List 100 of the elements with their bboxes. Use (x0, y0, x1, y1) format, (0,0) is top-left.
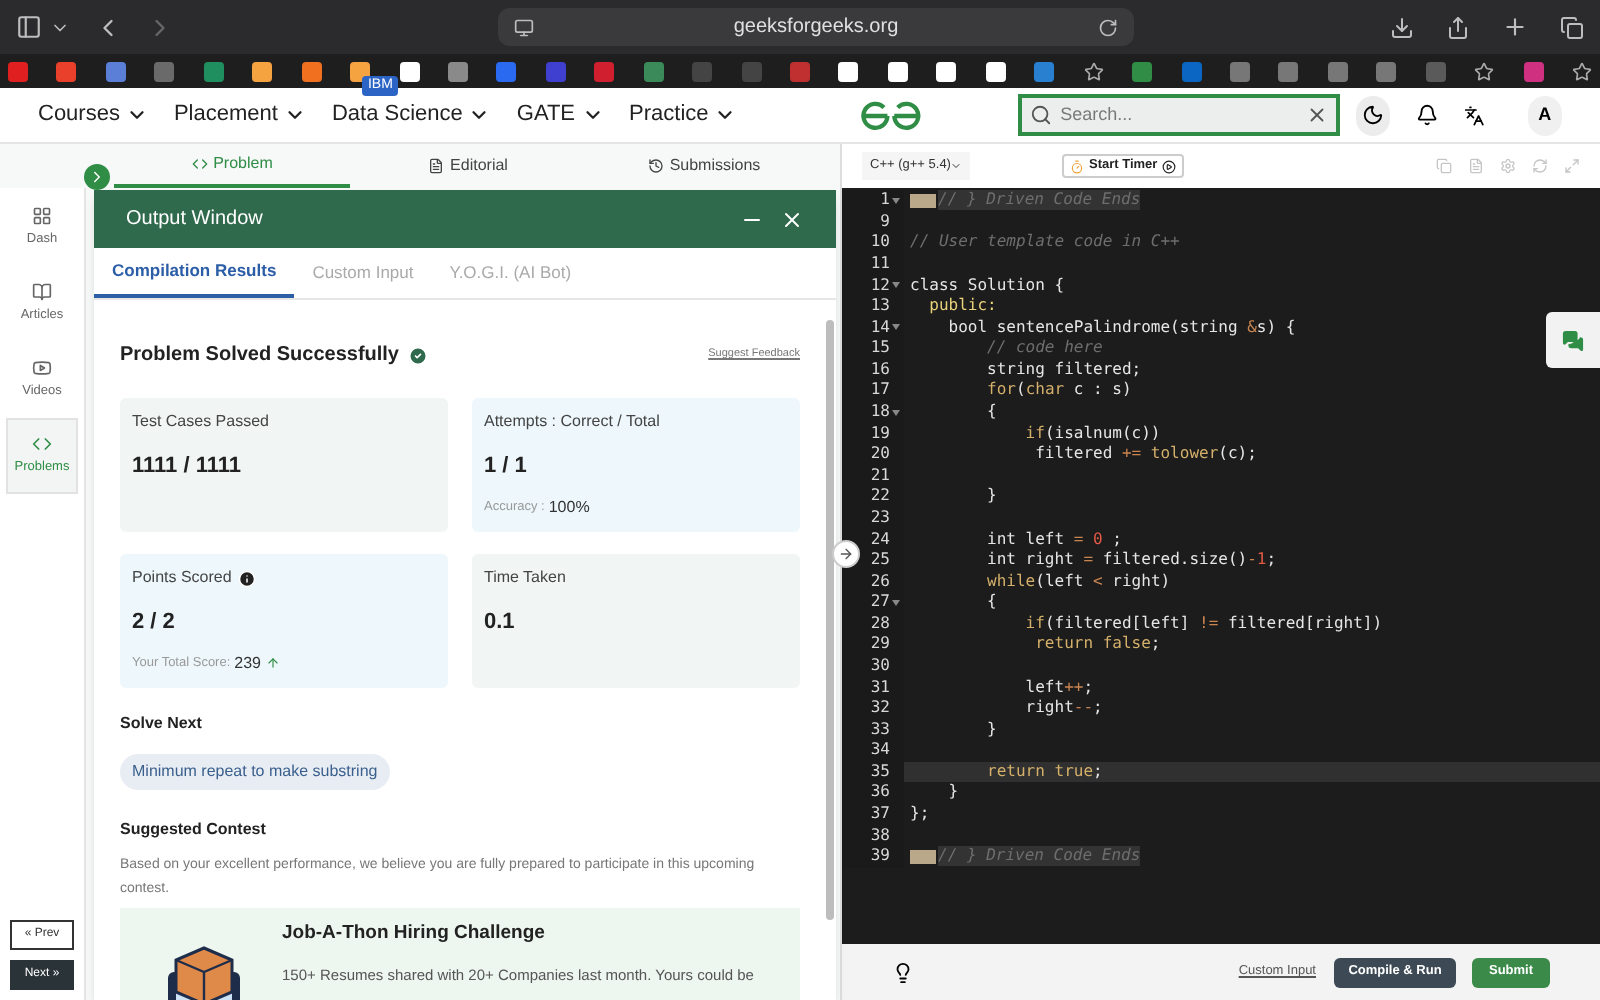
line-number: 28 (870, 613, 890, 634)
fold-widget[interactable] (910, 849, 936, 864)
site-icon (514, 17, 534, 37)
favicon-icon[interactable] (350, 61, 371, 81)
search-icon (1030, 104, 1053, 126)
nav-menu[interactable]: Placement (173, 98, 306, 132)
share-icon[interactable] (1446, 15, 1470, 39)
note-value: 239 (234, 651, 262, 675)
line-number: 30 (870, 656, 890, 676)
line-number: 21 (870, 465, 890, 486)
favicon-icon[interactable] (985, 61, 1006, 81)
card-value: 1 / 1 (484, 452, 529, 482)
fold-widget[interactable] (910, 193, 936, 208)
line-number: 13 (870, 296, 890, 317)
favicon-icon[interactable] (252, 61, 273, 81)
window-title: Output Window (126, 206, 265, 234)
code-editor[interactable] (842, 188, 1600, 944)
search-input[interactable]: Search... (1060, 101, 1299, 129)
code-line: }; (910, 804, 930, 825)
arrow-up-icon (265, 656, 280, 670)
line-number: 25 (870, 550, 890, 571)
card-title: Attempts : Correct / Total (484, 410, 660, 434)
search-bar[interactable]: Search... (1018, 94, 1341, 136)
code-line: { (985, 592, 997, 613)
line-number: 29 (870, 634, 890, 655)
collapse-button[interactable] (84, 164, 110, 190)
avatar[interactable]: A (1527, 95, 1562, 135)
line-number: 35 (870, 761, 890, 782)
favicon-icon[interactable] (887, 61, 908, 81)
card-value: 1111 / 1111 (132, 452, 243, 482)
code-line: } (985, 719, 997, 740)
code-line: if(filtered[left] != filtered[right]) (1023, 613, 1383, 634)
translate-icon[interactable] (1463, 103, 1484, 127)
output-tab[interactable]: Compilation Results (94, 248, 295, 298)
line-number: 24 (870, 529, 890, 550)
star-icon[interactable] (1083, 61, 1104, 81)
check-icon (407, 345, 427, 365)
line-number: 22 (870, 486, 890, 507)
info-icon[interactable] (237, 569, 256, 587)
clear-icon[interactable] (1306, 104, 1329, 126)
problem-tab[interactable]: Editorial (350, 144, 586, 188)
problem-tab[interactable]: Submissions (586, 144, 822, 188)
code-line: bool sentencePalindrome(string &s) { (946, 317, 1296, 338)
nav-menu[interactable]: Practice (629, 98, 737, 132)
star-icon[interactable] (1474, 61, 1495, 81)
note-value: 100% (548, 495, 590, 519)
line-number: 31 (870, 677, 890, 698)
line-number: 19 (870, 423, 890, 444)
nav-menu[interactable]: Courses (38, 98, 148, 132)
code-line: } (946, 782, 959, 803)
lightbulb-icon[interactable] (892, 961, 914, 983)
section-heading: Solve Next (120, 712, 204, 736)
sidebar-icon[interactable] (16, 14, 42, 40)
fold-marker[interactable] (892, 282, 900, 289)
section-heading: Suggested Contest (120, 818, 268, 842)
fold-marker[interactable] (892, 197, 900, 204)
logo-icon[interactable] (860, 99, 923, 131)
code-line: } (985, 486, 997, 507)
line-number: 32 (870, 698, 890, 719)
tabs-icon[interactable] (1560, 15, 1584, 39)
theme-toggle[interactable] (1356, 95, 1391, 135)
favicon-icon[interactable] (936, 61, 957, 81)
scrollbar[interactable] (826, 320, 834, 920)
moon-icon (1362, 104, 1385, 126)
code-line: int left = 0 ; (985, 529, 1122, 550)
download-icon[interactable] (1390, 15, 1414, 39)
card-title: Time Taken (484, 566, 566, 590)
code-line: class Solution { (910, 275, 1065, 296)
nav-menu[interactable]: GATE (516, 98, 604, 132)
new-tab-icon[interactable] (1502, 14, 1528, 40)
line-number: 37 (870, 804, 890, 825)
star-icon[interactable] (1572, 61, 1592, 81)
code-line: { (985, 402, 997, 423)
reload-icon[interactable] (1098, 17, 1118, 37)
code-line: left++; (1023, 677, 1094, 698)
nav-item-icon (32, 434, 52, 455)
fold-marker[interactable] (892, 409, 900, 416)
line-number: 1 (880, 190, 890, 211)
line-number: 11 (870, 254, 890, 275)
card-title: Points Scored (132, 566, 232, 590)
fold-marker[interactable] (892, 324, 900, 331)
tab-icon (647, 158, 664, 174)
close-icon[interactable] (780, 207, 804, 231)
line-number: 34 (870, 740, 890, 761)
fold-marker[interactable] (892, 599, 900, 606)
line-number: 26 (870, 571, 890, 592)
url-text: geeksforgeeks.org (731, 14, 901, 42)
favicon-icon[interactable] (399, 61, 419, 81)
address-bar[interactable]: geeksforgeeks.org (498, 8, 1134, 46)
code-line: public: (927, 296, 997, 317)
code-line: return true; (985, 761, 1103, 782)
chat-button[interactable] (1546, 312, 1600, 368)
favicon-icon[interactable] (838, 61, 859, 81)
line-number: 36 (870, 782, 890, 803)
code-line: int right = filtered.size()-1; (985, 550, 1277, 571)
line-number: 15 (870, 338, 890, 359)
code-line: // User template code in C++ (910, 232, 1180, 253)
bell-icon[interactable] (1416, 102, 1440, 128)
problem-chip[interactable]: Minimum repeat to make substring (120, 754, 390, 790)
line-number: 27 (870, 592, 890, 613)
